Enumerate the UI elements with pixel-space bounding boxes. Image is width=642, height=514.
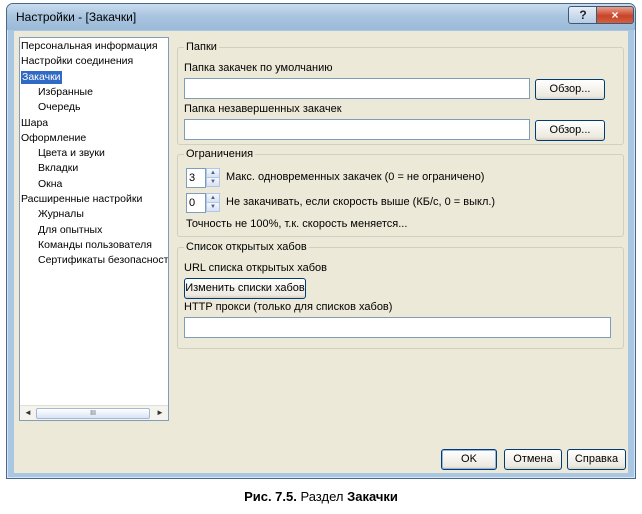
tree-item[interactable]: Расширенные настройки — [21, 193, 142, 206]
browse-incomplete-folder-button[interactable]: Обзор... — [535, 120, 605, 141]
tree-item[interactable]: Окна — [38, 178, 62, 191]
default-folder-input[interactable] — [184, 78, 530, 99]
tree-item[interactable]: Шара — [21, 117, 48, 130]
tree-item[interactable]: Избранные — [38, 86, 93, 99]
help-icon: ? — [579, 8, 587, 22]
hublist-group-title: Список открытых хабов — [184, 241, 309, 253]
browse-default-folder-button[interactable]: Обзор... — [535, 79, 605, 100]
scroll-thumb[interactable]: III — [36, 408, 150, 419]
tree-item[interactable]: Журналы — [38, 208, 84, 221]
incomplete-folder-label: Папка незавершенных закачек — [184, 103, 342, 115]
speed-limit-spinner[interactable]: ▲ ▼ — [206, 193, 220, 212]
spin-down-icon[interactable]: ▼ — [206, 177, 220, 187]
default-folder-label: Папка закачек по умолчанию — [184, 62, 333, 74]
tree-item[interactable]: Оформление — [21, 132, 86, 145]
window-title: Настройки - [Закачки] — [16, 10, 137, 24]
settings-window: Настройки - [Закачки] ? × Персональная и… — [6, 3, 636, 479]
max-downloads-label: Макс. одновременных закачек (0 = не огра… — [226, 171, 485, 183]
close-button[interactable]: × — [596, 6, 634, 24]
tree-item[interactable]: Для опытных — [38, 224, 102, 237]
title-bar[interactable]: Настройки - [Закачки] ? × — [7, 4, 635, 30]
tree-items: Персональная информация Настройки соедине… — [20, 38, 168, 404]
scroll-left-icon[interactable]: ◄ — [22, 408, 34, 418]
speed-limit-input[interactable]: 0 — [186, 193, 206, 213]
http-proxy-label: HTTP прокси (только для списков хабов) — [184, 301, 393, 313]
settings-tree[interactable]: Персональная информация Настройки соедине… — [19, 37, 169, 421]
tree-item[interactable]: Закачки — [21, 70, 62, 84]
tree-item[interactable]: Команды пользователя — [38, 239, 152, 252]
caption-number: Рис. 7.5. — [244, 489, 297, 504]
http-proxy-input[interactable] — [184, 317, 611, 338]
close-icon: × — [611, 8, 619, 22]
tree-item[interactable]: Вкладки — [38, 162, 78, 175]
max-downloads-spinner[interactable]: ▲ ▼ — [206, 168, 220, 187]
dialog-client-area: Персональная информация Настройки соедине… — [14, 31, 628, 473]
figure-caption: Рис. 7.5. Раздел Закачки — [0, 489, 642, 504]
limits-group: Ограничения 3 ▲ ▼ Макс. одновременных за… — [177, 148, 624, 237]
max-downloads-input[interactable]: 3 — [186, 168, 206, 188]
tree-horizontal-scrollbar[interactable]: ◄ III ► — [20, 405, 168, 420]
speed-limit-label: Не закачивать, если скорость выше (КБ/с,… — [226, 196, 496, 208]
hublist-group: Список открытых хабов URL списка открыты… — [177, 241, 624, 349]
tree-item[interactable]: Настройки соединения — [21, 55, 133, 68]
edit-hublists-button[interactable]: Изменить списки хабов — [184, 278, 306, 299]
cancel-button[interactable]: Отмена — [504, 449, 562, 470]
tree-item[interactable]: Сертификаты безопасности — [38, 254, 168, 267]
caption-section-name: Закачки — [347, 489, 398, 504]
incomplete-folder-input[interactable] — [184, 119, 530, 140]
scroll-right-icon[interactable]: ► — [154, 408, 166, 418]
folders-group: Папки Папка закачек по умолчанию Обзор..… — [177, 41, 624, 145]
help-title-button[interactable]: ? — [568, 6, 598, 24]
ok-button[interactable]: OK — [441, 449, 497, 470]
tree-item[interactable]: Очередь — [38, 101, 81, 114]
caption-text: Раздел — [296, 489, 348, 504]
accuracy-note: Точность не 100%, т.к. скорость меняется… — [186, 218, 408, 230]
spin-down-icon[interactable]: ▼ — [206, 202, 220, 212]
tree-item[interactable]: Цвета и звуки — [38, 147, 105, 160]
tree-item[interactable]: Персональная информация — [21, 40, 158, 53]
limits-group-title: Ограничения — [184, 148, 256, 160]
folders-group-title: Папки — [184, 41, 219, 53]
hublist-url-label: URL списка открытых хабов — [184, 262, 327, 274]
help-button[interactable]: Справка — [567, 449, 626, 470]
